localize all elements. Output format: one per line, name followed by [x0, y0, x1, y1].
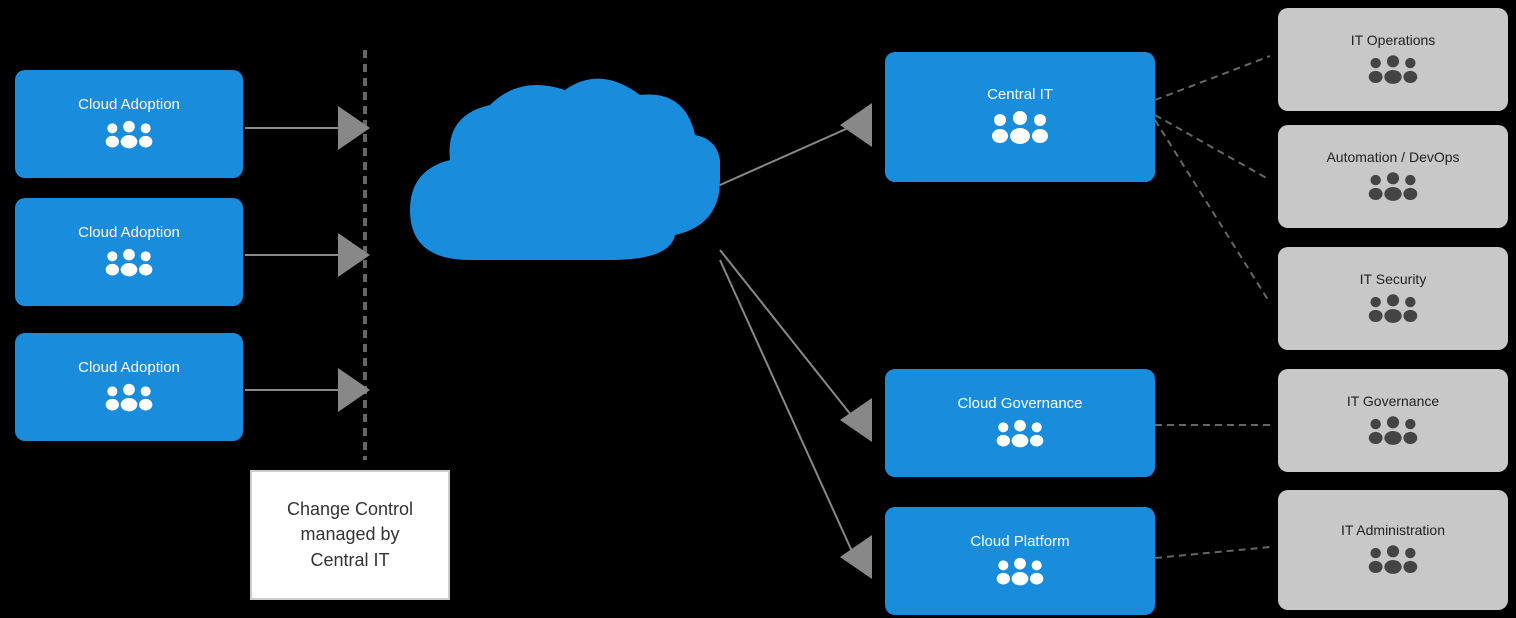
cloud-adoption-box-3: Cloud Adoption	[15, 333, 243, 441]
cloud-adoption-3-label: Cloud Adoption	[78, 359, 180, 376]
change-control-box: Change Controlmanaged byCentral IT	[250, 470, 450, 600]
arrow-right-2	[338, 233, 370, 277]
it-security-box: IT Security	[1278, 247, 1508, 350]
it-security-label: IT Security	[1360, 271, 1427, 287]
people-icon-2	[104, 245, 154, 281]
arrow-left-cloud-platform	[840, 535, 872, 579]
cloud-platform-box: Cloud Platform	[885, 507, 1155, 615]
it-administration-label: IT Administration	[1341, 522, 1445, 538]
it-operations-box: IT Operations	[1278, 8, 1508, 111]
change-control-text: Change Controlmanaged byCentral IT	[287, 497, 413, 573]
arrow-left-cloud-governance	[840, 398, 872, 442]
people-icon-3	[104, 380, 154, 416]
central-it-icon	[990, 107, 1050, 149]
central-it-box: Central IT	[885, 52, 1155, 182]
cloud-adoption-2-label: Cloud Adoption	[78, 224, 180, 241]
automation-devops-label: Automation / DevOps	[1326, 149, 1459, 165]
cloud-governance-icon	[995, 416, 1045, 452]
cloud-shape	[390, 60, 720, 340]
cloud-svg	[390, 60, 720, 300]
arrow-right-1	[338, 106, 370, 150]
it-administration-icon	[1367, 542, 1419, 578]
automation-devops-icon	[1367, 169, 1419, 205]
automation-devops-box: Automation / DevOps	[1278, 125, 1508, 228]
arrow-left-central-it	[840, 103, 872, 147]
cloud-adoption-box-1: Cloud Adoption	[15, 70, 243, 178]
it-governance-label: IT Governance	[1347, 393, 1439, 409]
central-it-label: Central IT	[987, 86, 1053, 103]
cloud-governance-box: Cloud Governance	[885, 369, 1155, 477]
people-icon-1	[104, 117, 154, 153]
cloud-adoption-1-label: Cloud Adoption	[78, 96, 180, 113]
cloud-platform-label: Cloud Platform	[970, 533, 1069, 550]
arrow-right-3	[338, 368, 370, 412]
cloud-platform-icon	[995, 554, 1045, 590]
it-administration-box: IT Administration	[1278, 490, 1508, 610]
cloud-adoption-box-2: Cloud Adoption	[15, 198, 243, 306]
it-operations-label: IT Operations	[1351, 32, 1436, 48]
it-governance-icon	[1367, 413, 1419, 449]
diagram: Cloud Adoption Cloud Adoption Cloud Adop…	[0, 0, 1516, 618]
cloud-governance-label: Cloud Governance	[957, 395, 1082, 412]
it-security-icon	[1367, 291, 1419, 327]
it-governance-box: IT Governance	[1278, 369, 1508, 472]
it-operations-icon	[1367, 52, 1419, 88]
